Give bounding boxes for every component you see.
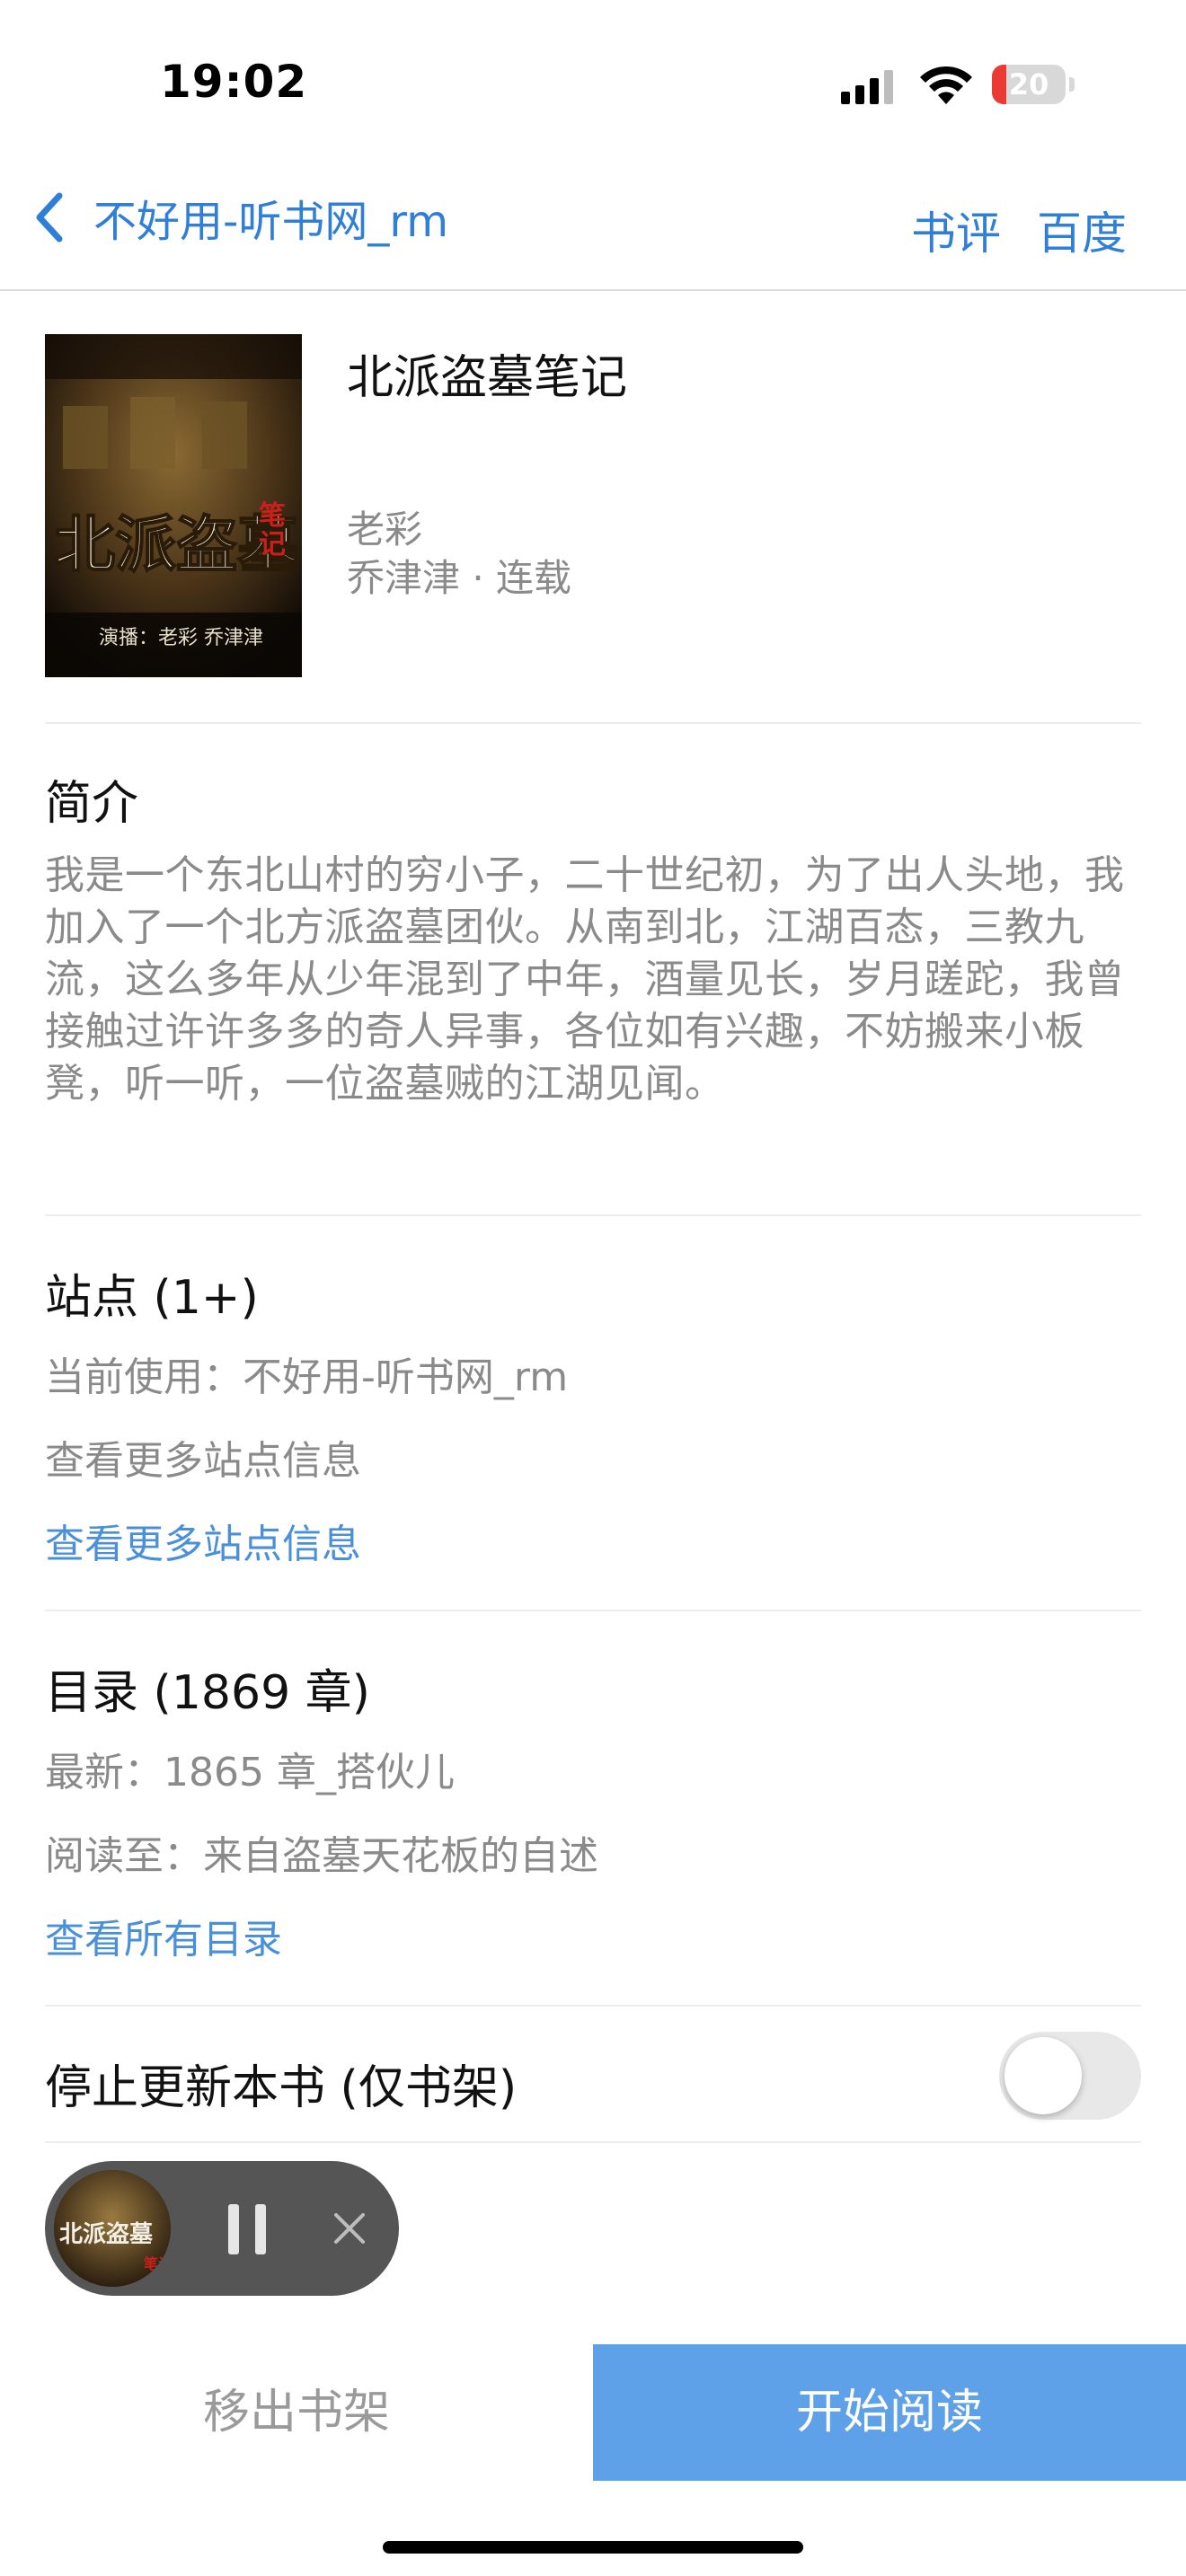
view-all-toc-link[interactable]: 查看所有目录 — [45, 1907, 282, 1964]
pause-icon[interactable] — [225, 2204, 270, 2254]
back-button[interactable]: 不好用-听书网_rm — [32, 190, 448, 247]
review-button[interactable]: 书评 — [911, 198, 1001, 262]
svg-text:笔: 笔 — [259, 500, 286, 532]
battery-percent: 20 — [1008, 67, 1049, 101]
svg-text:记: 记 — [259, 529, 286, 560]
nav-bar: 不好用-听书网_rm 书评 百度 — [0, 171, 1186, 291]
status-time: 19:02 — [160, 56, 308, 108]
sites-title: 站点 (1+) — [45, 1271, 259, 1325]
toc-title: 目录 (1869 章) — [45, 1666, 370, 1720]
svg-text:笔记: 笔记 — [144, 2255, 171, 2272]
svg-text:演播：老彩 乔津津: 演播：老彩 乔津津 — [99, 627, 263, 649]
nav-source-title: 不好用-听书网_rm — [93, 197, 448, 247]
mini-player-cover[interactable]: 北派盗墓 笔记 — [54, 2170, 171, 2287]
read-progress: 阅读至：来自盗墓天花板的自述 — [45, 1833, 598, 1879]
book-cover-art: 北派盗墓 笔 记 演播：老彩 乔津津 — [45, 334, 302, 677]
remove-from-shelf-button[interactable]: 移出书架 — [0, 2344, 593, 2481]
book-cover[interactable]: 北派盗墓 笔 记 演播：老彩 乔津津 — [45, 334, 302, 677]
cellular-signal-icon — [841, 70, 893, 104]
baidu-button[interactable]: 百度 — [1037, 198, 1127, 262]
wifi-icon — [920, 66, 972, 104]
intro-title: 简介 — [45, 777, 139, 831]
divider — [45, 1610, 1141, 1611]
svg-text:北派盗墓: 北派盗墓 — [59, 2220, 154, 2248]
divider — [45, 2141, 1141, 2143]
intro-text: 我是一个东北山村的穷小子，二十世纪初，为了出人头地，我加入了一个北方派盗墓团伙。… — [45, 852, 1125, 1107]
divider — [45, 722, 1141, 724]
mini-player[interactable]: 北派盗墓 笔记 — [45, 2161, 399, 2296]
close-icon[interactable] — [332, 2211, 367, 2245]
latest-chapter: 最新：1865 章_搭伙儿 — [45, 1750, 455, 1795]
book-title: 北派盗墓笔记 — [347, 351, 628, 405]
book-narrator-status: 乔津津 · 连载 — [347, 556, 572, 600]
stop-update-toggle[interactable] — [999, 2032, 1141, 2120]
stop-update-label: 停止更新本书 (仅书架) — [45, 2061, 518, 2115]
toggle-knob — [1005, 2037, 1082, 2114]
status-bar: 19:02 20 — [0, 0, 1186, 171]
mini-cover-art: 北派盗墓 笔记 — [54, 2170, 171, 2287]
battery-icon: 20 — [992, 65, 1075, 104]
home-indicator — [383, 2541, 803, 2554]
divider — [45, 1214, 1141, 1216]
more-sites-info: 查看更多站点信息 — [45, 1438, 361, 1484]
start-reading-button[interactable]: 开始阅读 — [593, 2344, 1186, 2481]
divider — [45, 2005, 1141, 2007]
more-sites-link[interactable]: 查看更多站点信息 — [45, 1512, 361, 1569]
book-author: 老彩 — [347, 507, 423, 551]
current-site: 当前使用：不好用-听书网_rm — [45, 1354, 569, 1400]
chevron-left-icon — [36, 192, 63, 243]
